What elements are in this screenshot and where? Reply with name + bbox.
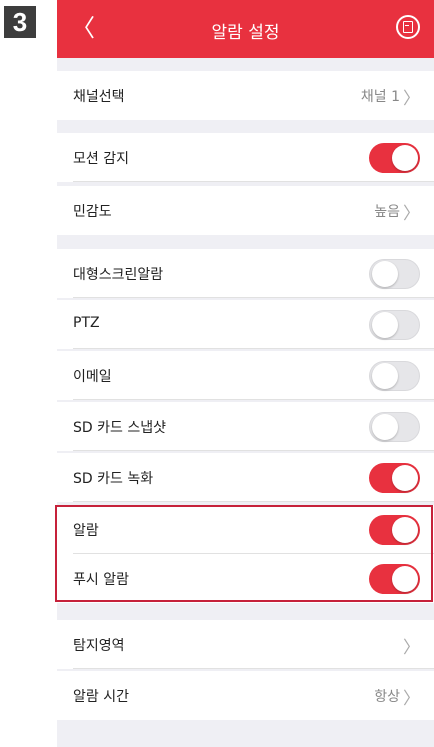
app-header: 〈 알람 설정 [57, 0, 434, 58]
push-alarm-toggle[interactable] [369, 564, 420, 594]
email-label: 이메일 [73, 369, 112, 385]
page-title: 알람 설정 [211, 23, 280, 43]
chevron-right-icon: 〉 [403, 204, 420, 224]
alarm-toggle[interactable] [369, 515, 420, 545]
push-alarm-row: 푸시 알람 [57, 554, 434, 603]
email-row: 이메일 [57, 351, 434, 400]
sd-record-toggle[interactable] [369, 463, 420, 493]
sensitivity-row[interactable]: 민감도 높음 〉 [57, 186, 434, 235]
step-number-badge: 3 [4, 6, 36, 38]
alarm-label: 알람 [73, 523, 99, 539]
motion-detect-toggle[interactable] [369, 143, 420, 173]
channel-select-value: 채널 1 [360, 89, 400, 105]
chevron-right-icon: 〉 [403, 638, 420, 658]
detect-area-row[interactable]: 탐지영역 〉 [57, 620, 434, 669]
alarm-time-row[interactable]: 알람 시간 항상 〉 [57, 671, 434, 720]
big-screen-alarm-row: 대형스크린알람 [57, 249, 434, 298]
big-screen-alarm-toggle[interactable] [369, 259, 420, 289]
phone-screen: 〈 알람 설정 채널선택 채널 1 〉 모션 감지 민감도 높음 〉 대형스크린… [57, 0, 434, 747]
sensitivity-label: 민감도 [73, 204, 112, 220]
sd-snapshot-toggle[interactable] [369, 412, 420, 442]
motion-detect-label: 모션 감지 [73, 151, 129, 167]
channel-select-label: 채널선택 [73, 89, 125, 105]
alarm-row: 알람 [57, 505, 434, 554]
sd-snapshot-row: SD 카드 스냅샷 [57, 402, 434, 451]
ptz-label: PTZ [73, 315, 100, 331]
alarm-time-label: 알람 시간 [73, 689, 129, 705]
chevron-right-icon: 〉 [403, 89, 420, 109]
ptz-toggle[interactable] [369, 310, 420, 340]
email-toggle[interactable] [369, 361, 420, 391]
chevron-right-icon: 〉 [403, 689, 420, 709]
detect-area-label: 탐지영역 [73, 638, 125, 654]
sensitivity-value: 높음 [374, 204, 400, 220]
sd-record-row: SD 카드 녹화 [57, 453, 434, 502]
push-alarm-label: 푸시 알람 [73, 572, 129, 588]
big-screen-alarm-label: 대형스크린알람 [73, 267, 164, 283]
alarm-time-value: 항상 [374, 689, 400, 705]
sd-record-label: SD 카드 녹화 [73, 471, 154, 487]
sd-snapshot-label: SD 카드 스냅샷 [73, 420, 166, 436]
channel-select-row[interactable]: 채널선택 채널 1 〉 [57, 71, 434, 120]
ptz-row: PTZ [57, 300, 434, 349]
save-icon[interactable] [396, 15, 420, 39]
motion-detect-row: 모션 감지 [57, 133, 434, 182]
